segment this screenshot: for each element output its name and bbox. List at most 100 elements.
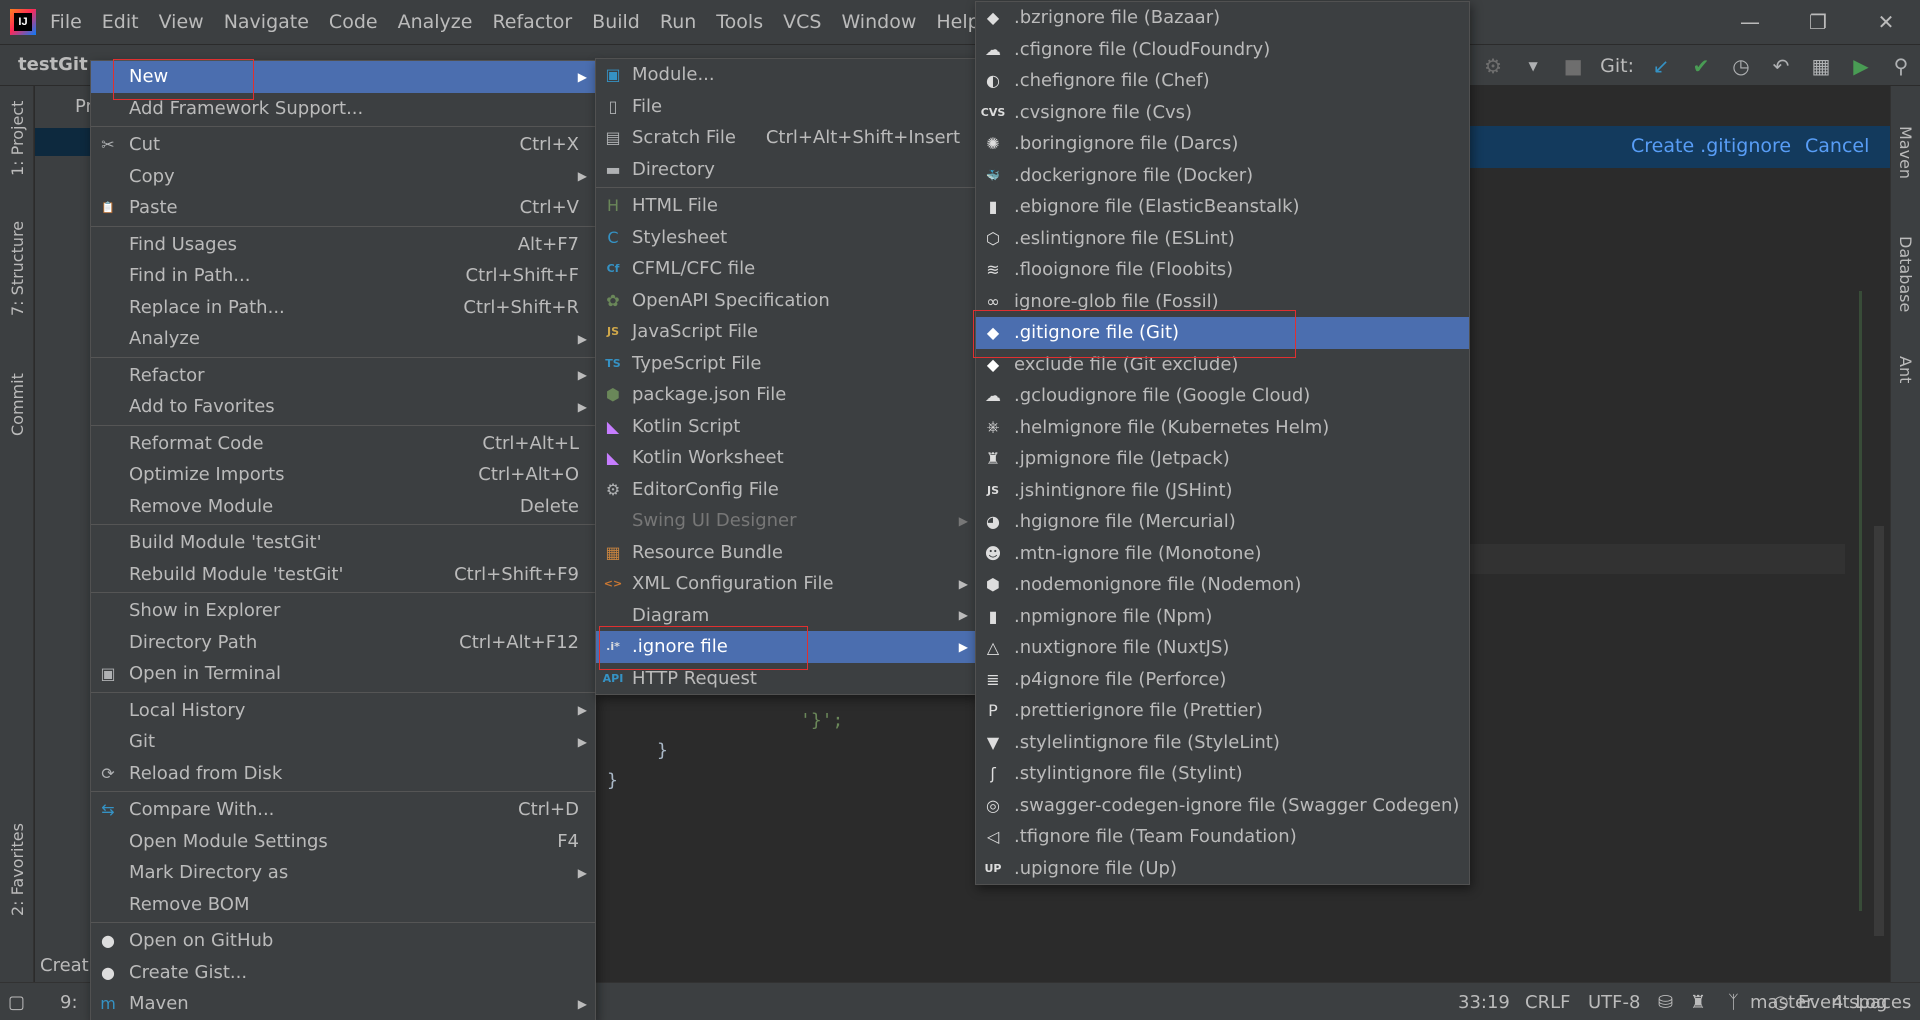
ignore-item-swagger-codegen-ignore-file-swagger-codegen[interactable]: ◎ .swagger-codegen-ignore file (Swagger C… <box>976 790 1469 822</box>
tab-structure[interactable]: 7: Structure <box>8 221 27 316</box>
context-item-create-gist[interactable]: ● Create Gist... <box>91 957 595 989</box>
new-item-stylesheet[interactable]: C Stylesheet <box>596 222 976 254</box>
menu-vcs[interactable]: VCS <box>783 11 821 33</box>
context-item-optimize-imports[interactable]: Optimize Imports Ctrl+Alt+O <box>91 459 595 491</box>
new-item-diagram[interactable]: Diagram ▶ <box>596 600 976 632</box>
menu-refactor[interactable]: Refactor <box>492 11 572 33</box>
new-item-scratch-file[interactable]: ▤ Scratch File Ctrl+Alt+Shift+Insert <box>596 122 976 154</box>
close-icon[interactable]: ✕ <box>1852 0 1920 44</box>
tab-project[interactable]: 1: Project <box>8 101 27 176</box>
new-item-kotlin-script[interactable]: ◣ Kotlin Script <box>596 411 976 443</box>
new-item-file[interactable]: ▯ File <box>596 91 976 123</box>
ignore-item-jshintignore-file-jshint[interactable]: JS .jshintignore file (JSHint) <box>976 475 1469 507</box>
search-icon[interactable]: ⚲ <box>1888 53 1914 79</box>
menu-edit[interactable]: Edit <box>102 11 139 33</box>
ignore-item-cfignore-file-cloudfoundry[interactable]: ☁ .cfignore file (CloudFoundry) <box>976 34 1469 66</box>
indent-setting[interactable]: 4 spaces <box>1832 992 1911 1013</box>
new-item-http-request[interactable]: API HTTP Request <box>596 663 976 695</box>
context-item-refactor[interactable]: Refactor ▶ <box>91 360 595 392</box>
new-item-kotlin-worksheet[interactable]: ◣ Kotlin Worksheet <box>596 442 976 474</box>
new-item-openapi-specification[interactable]: ✿ OpenAPI Specification <box>596 285 976 317</box>
menu-analyze[interactable]: Analyze <box>398 11 473 33</box>
branch-icon[interactable]: ᛉ <box>1728 992 1739 1013</box>
ignore-item-ebignore-file-elasticbeanstalk[interactable]: ▮ .ebignore file (ElasticBeanstalk) <box>976 191 1469 223</box>
git-commit-icon[interactable]: ✔ <box>1688 53 1714 79</box>
new-item-cfml-cfc-file[interactable]: Cf CFML/CFC file <box>596 253 976 285</box>
inspector-icon[interactable]: ♜ <box>1690 992 1706 1013</box>
ignore-item-nodemonignore-file-nodemon[interactable]: ⬢ .nodemonignore file (Nodemon) <box>976 569 1469 601</box>
ignore-item-gitignore-file-git[interactable]: ◆ .gitignore file (Git) <box>976 317 1469 349</box>
chevron-down-icon[interactable]: ▼ <box>1520 53 1546 79</box>
restore-icon[interactable]: ❐ <box>1784 0 1852 44</box>
context-item-remove-bom[interactable]: Remove BOM <box>91 889 595 921</box>
context-item-open-in-terminal[interactable]: ▣ Open in Terminal <box>91 658 595 690</box>
context-item-find-usages[interactable]: Find Usages Alt+F7 <box>91 229 595 261</box>
menu-help[interactable]: Help <box>936 11 979 33</box>
ignore-item-bzrignore-file-bazaar[interactable]: ◆ .bzrignore file (Bazaar) <box>976 2 1469 34</box>
ignore-item-nuxtignore-file-nuxtjs[interactable]: △ .nuxtignore file (NuxtJS) <box>976 632 1469 664</box>
context-item-add-to-favorites[interactable]: Add to Favorites ▶ <box>91 391 595 423</box>
rollback-icon[interactable]: ↶ <box>1768 53 1794 79</box>
new-item-html-file[interactable]: H HTML File <box>596 190 976 222</box>
ignore-item-helmignore-file-kubernetes-helm[interactable]: ⎈ .helmignore file (Kubernetes Helm) <box>976 412 1469 444</box>
history-icon[interactable]: ◷ <box>1728 53 1754 79</box>
context-item-show-in-explorer[interactable]: Show in Explorer <box>91 595 595 627</box>
menu-view[interactable]: View <box>159 11 204 33</box>
ignore-item-prettierignore-file-prettier[interactable]: P .prettierignore file (Prettier) <box>976 695 1469 727</box>
menu-file[interactable]: File <box>50 11 82 33</box>
tool-window-toggle-icon[interactable]: ▢ <box>8 992 25 1013</box>
context-item-mark-directory-as[interactable]: Mark Directory as ▶ <box>91 857 595 889</box>
ignore-item-p4ignore-file-perforce[interactable]: ≣ .p4ignore file (Perforce) <box>976 664 1469 696</box>
line-separator[interactable]: CRLF <box>1525 992 1570 1013</box>
tab-database[interactable]: Database <box>1896 236 1915 312</box>
new-item-resource-bundle[interactable]: ▦ Resource Bundle <box>596 537 976 569</box>
editor-scrollbar[interactable] <box>1874 526 1884 936</box>
context-item-compare-with[interactable]: ⇆ Compare With... Ctrl+D <box>91 794 595 826</box>
menu-navigate[interactable]: Navigate <box>224 11 309 33</box>
context-item-add-framework-support[interactable]: Add Framework Support... <box>91 93 595 125</box>
run-anything-icon[interactable]: ▶ <box>1848 53 1874 79</box>
ignore-item-stylintignore-file-stylint[interactable]: ʃ .stylintignore file (Stylint) <box>976 758 1469 790</box>
ignore-item-dockerignore-file-docker[interactable]: 🐳 .dockerignore file (Docker) <box>976 160 1469 192</box>
context-item-replace-in-path[interactable]: Replace in Path... Ctrl+Shift+R <box>91 292 595 324</box>
context-item-reload-from-disk[interactable]: ⟳ Reload from Disk <box>91 758 595 790</box>
menu-window[interactable]: Window <box>841 11 916 33</box>
run-config-icon[interactable]: ⚙ <box>1480 53 1506 79</box>
bottom-tab-create[interactable]: Creat <box>40 955 89 976</box>
new-item-typescript-file[interactable]: TS TypeScript File <box>596 348 976 380</box>
context-item-new[interactable]: New ▶ <box>91 61 595 93</box>
context-item-analyze[interactable]: Analyze ▶ <box>91 323 595 355</box>
lock-icon[interactable]: ⛁ <box>1658 992 1673 1013</box>
new-item-package-json-file[interactable]: ⬢ package.json File <box>596 379 976 411</box>
menu-tools[interactable]: Tools <box>716 11 763 33</box>
new-item-module[interactable]: ▣ Module... <box>596 59 976 91</box>
tab-favorites[interactable]: 2: Favorites <box>8 823 27 916</box>
cancel-link[interactable]: Cancel <box>1805 135 1869 157</box>
stop-icon[interactable]: ■ <box>1560 53 1586 79</box>
new-item-ignore-file[interactable]: .i* .ignore file ▶ <box>596 631 976 663</box>
new-item-xml-configuration-file[interactable]: <> XML Configuration File ▶ <box>596 568 976 600</box>
ignore-item-cvsignore-file-cvs[interactable]: CVS .cvsignore file (Cvs) <box>976 97 1469 129</box>
context-item-build-module-testgit[interactable]: Build Module 'testGit' <box>91 527 595 559</box>
context-item-copy[interactable]: Copy ▶ <box>91 161 595 193</box>
context-item-reformat-code[interactable]: Reformat Code Ctrl+Alt+L <box>91 428 595 460</box>
context-item-git[interactable]: Git ▶ <box>91 726 595 758</box>
menu-build[interactable]: Build <box>592 11 640 33</box>
tab-maven[interactable]: Maven <box>1896 126 1915 179</box>
new-item-editorconfig-file[interactable]: ⚙ EditorConfig File <box>596 474 976 506</box>
context-item-open-on-github[interactable]: ● Open on GitHub <box>91 925 595 957</box>
tab-ant[interactable]: Ant <box>1896 356 1915 383</box>
menu-code[interactable]: Code <box>329 11 378 33</box>
create-gitignore-link[interactable]: Create .gitignore <box>1631 135 1791 157</box>
ignore-item-chefignore-file-chef[interactable]: ◐ .chefignore file (Chef) <box>976 65 1469 97</box>
new-item-directory[interactable]: ▬ Directory <box>596 154 976 186</box>
ignore-item-ignore-glob-file-fossil[interactable]: ∞ ignore-glob file (Fossil) <box>976 286 1469 318</box>
bottom-tab-version-control[interactable]: 9: <box>60 992 78 1013</box>
ignore-item-exclude-file-git-exclude[interactable]: ◆ exclude file (Git exclude) <box>976 349 1469 381</box>
ignore-item-boringignore-file-darcs[interactable]: ✺ .boringignore file (Darcs) <box>976 128 1469 160</box>
new-item-javascript-file[interactable]: JS JavaScript File <box>596 316 976 348</box>
ignore-item-stylelintignore-file-stylelint[interactable]: ▼ .stylelintignore file (StyleLint) <box>976 727 1469 759</box>
ignore-item-upignore-file-up[interactable]: UP .upignore file (Up) <box>976 853 1469 885</box>
context-item-paste[interactable]: 📋 Paste Ctrl+V <box>91 192 595 224</box>
minimize-icon[interactable]: — <box>1716 0 1784 44</box>
